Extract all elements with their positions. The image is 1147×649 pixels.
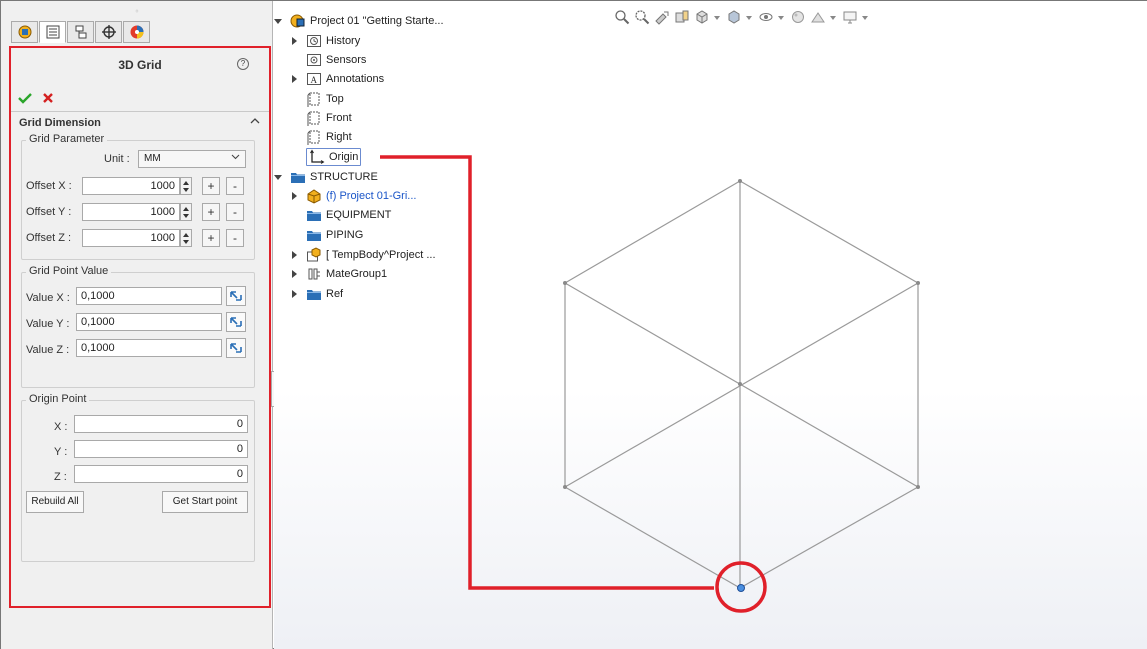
- manager-tabs: [11, 21, 151, 45]
- offset-x-minus-button[interactable]: -: [226, 177, 244, 195]
- tab-property-manager[interactable]: [39, 21, 66, 43]
- grid-edge: [739, 486, 919, 589]
- origin-point-legend: Origin Point: [26, 393, 90, 405]
- group-title: Grid Dimension: [19, 117, 101, 129]
- offset-z-minus-button[interactable]: -: [226, 229, 244, 247]
- application-window: ◦ 3D Grid ? Grid Dimension Grid Paramete…: [0, 0, 1147, 649]
- help-icon[interactable]: ?: [237, 58, 249, 70]
- value-y-field[interactable]: 0,1000: [76, 313, 222, 331]
- offset-y-field[interactable]: 1000: [82, 203, 180, 221]
- grid-parameter-group: Grid Parameter Unit : MM Offset X : 1000…: [21, 133, 255, 260]
- grid-edge: [739, 180, 919, 284]
- value-y-pick-button[interactable]: [226, 312, 246, 332]
- offset-z-label: Offset Z :: [26, 232, 72, 244]
- pick-arrows-icon: [230, 291, 242, 301]
- offset-z-field[interactable]: 1000: [82, 229, 180, 247]
- callout-connector: [380, 155, 714, 590]
- display-manager-icon: [130, 25, 143, 39]
- unit-select-value: MM: [144, 153, 161, 164]
- property-manager-icon: [46, 25, 59, 39]
- origin-y-label: Y :: [54, 446, 68, 458]
- grid-vertex: [738, 179, 742, 183]
- origin-point-group: Origin Point X : 0 Y : 0 Z : 0 Rebuild A…: [21, 393, 255, 562]
- offset-x-spinner[interactable]: [180, 177, 192, 195]
- offset-y-minus-button[interactable]: -: [226, 203, 244, 221]
- offset-y-spinner[interactable]: [180, 203, 192, 221]
- divider: [11, 111, 269, 112]
- offset-x-field[interactable]: 1000: [82, 177, 180, 195]
- grid-vertex: [563, 281, 567, 285]
- unit-label: Unit :: [104, 153, 130, 165]
- tab-dim-xpert[interactable]: [95, 21, 122, 43]
- value-x-label: Value X :: [26, 292, 70, 304]
- value-z-pick-button[interactable]: [226, 338, 246, 358]
- grid-vertex: [563, 485, 567, 489]
- value-x-field[interactable]: 0,1000: [76, 287, 222, 305]
- feature-manager-icon: [18, 25, 31, 39]
- grid-vertices: [563, 179, 920, 489]
- configuration-manager-icon: [75, 25, 86, 39]
- value-z-label: Value Z :: [26, 344, 70, 356]
- ok-check-icon[interactable]: [17, 91, 33, 105]
- origin-z-field[interactable]: 0: [74, 465, 248, 483]
- grid-edge: [564, 180, 741, 284]
- tab-feature-manager[interactable]: [11, 21, 38, 43]
- origin-x-label: X :: [54, 421, 68, 433]
- panel-grip[interactable]: ◦: [1, 1, 273, 21]
- offset-x-plus-button[interactable]: +: [202, 177, 220, 195]
- offset-z-plus-button[interactable]: +: [202, 229, 220, 247]
- get-start-point-button[interactable]: Get Start point: [162, 491, 248, 513]
- offset-x-label: Offset X :: [26, 180, 72, 192]
- origin-x-field[interactable]: 0: [74, 415, 248, 433]
- grid-vertex: [916, 281, 920, 285]
- highlight-frame: 3D Grid ? Grid Dimension Grid Parameter …: [9, 46, 271, 608]
- value-y-label: Value Y :: [26, 318, 70, 330]
- chevron-down-icon: [231, 154, 240, 160]
- tab-configuration-manager[interactable]: [67, 21, 94, 43]
- grid-edge: [564, 486, 741, 589]
- chevron-up-icon[interactable]: [249, 115, 261, 127]
- property-manager-pane: ◦ 3D Grid ? Grid Dimension Grid Paramete…: [1, 1, 277, 649]
- value-x-pick-button[interactable]: [226, 286, 246, 306]
- model-scene: [380, 155, 920, 613]
- dim-xpert-icon: [101, 25, 116, 39]
- pick-arrows-icon: [230, 317, 242, 327]
- grid-vertex: [916, 485, 920, 489]
- grid-vertex: [738, 382, 742, 386]
- graphics-viewport[interactable]: Project 01 "Getting Starte... History Se…: [274, 1, 1147, 649]
- offset-y-label: Offset Y :: [26, 206, 72, 218]
- origin-y-field[interactable]: 0: [74, 440, 248, 458]
- offset-z-spinner[interactable]: [180, 229, 192, 247]
- rebuild-all-button[interactable]: Rebuild All: [26, 491, 84, 513]
- grid-parameter-legend: Grid Parameter: [26, 133, 108, 145]
- panel-title: 3D Grid: [118, 58, 162, 72]
- cancel-x-icon[interactable]: [41, 91, 55, 105]
- pick-arrows-icon: [230, 343, 242, 353]
- grid-point-value-group: Grid Point Value Value X : 0,1000 Value …: [21, 265, 255, 388]
- origin-point-marker[interactable]: [737, 584, 745, 592]
- value-z-field[interactable]: 0,1000: [76, 339, 222, 357]
- grid-point-value-legend: Grid Point Value: [26, 265, 112, 277]
- unit-select[interactable]: MM: [138, 150, 246, 168]
- offset-y-plus-button[interactable]: +: [202, 203, 220, 221]
- origin-z-label: Z :: [54, 471, 67, 483]
- tab-display-manager[interactable]: [123, 21, 150, 43]
